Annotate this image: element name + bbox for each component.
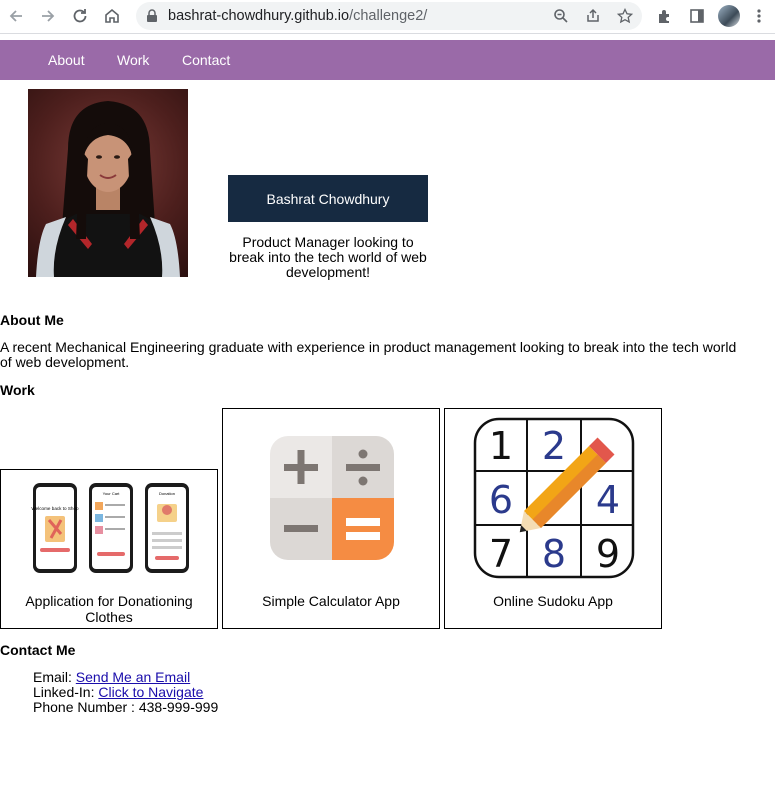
contact-email-line: Email: Send Me an Email [33, 670, 190, 685]
back-icon[interactable] [5, 5, 27, 27]
phone-screen-text-3: Donation [159, 491, 175, 496]
profile-avatar[interactable] [718, 5, 740, 27]
zoom-icon[interactable] [551, 6, 571, 26]
sudoku-digit: 7 [489, 532, 513, 576]
side-panel-icon[interactable] [686, 5, 708, 27]
site-nav-bar: About Work Contact [0, 40, 775, 80]
email-label: Email: [33, 669, 72, 685]
phone-screen-text-2: Your Cart [103, 491, 121, 496]
nav-link-about[interactable]: About [48, 52, 85, 68]
nav-link-work[interactable]: Work [117, 52, 149, 68]
menu-icon[interactable] [748, 5, 770, 27]
sudoku-digit: 8 [542, 532, 566, 576]
sudoku-digit: 9 [596, 532, 620, 576]
sudoku-digit: 1 [489, 424, 513, 468]
project-card-calculator[interactable]: Simple Calculator App [222, 408, 440, 629]
about-heading: About Me [0, 312, 64, 328]
address-bar[interactable]: bashrat-chowdhury.github.io/challenge2/ [136, 2, 642, 30]
email-link[interactable]: Send Me an Email [76, 669, 190, 685]
lock-icon[interactable] [142, 6, 162, 26]
project-card-donation[interactable]: Welcome back to Shop Your Cart Donation [0, 469, 218, 629]
profile-photo [28, 89, 188, 277]
url-text: bashrat-chowdhury.github.io/challenge2/ [168, 8, 428, 24]
project-title: Application for Donationing Clothes [25, 593, 193, 625]
work-heading: Work [0, 382, 35, 398]
sudoku-digit: 6 [489, 478, 513, 522]
sudoku-icon: 1 2 6 4 7 8 9 [473, 417, 635, 579]
name-banner: Bashrat Chowdhury [228, 175, 428, 222]
sudoku-digit: 4 [596, 478, 620, 522]
project-title: Online Sudoku App [493, 593, 613, 609]
home-icon[interactable] [101, 5, 123, 27]
linkedin-link[interactable]: Click to Navigate [98, 684, 203, 700]
browser-toolbar: bashrat-chowdhury.github.io/challenge2/ [0, 0, 775, 34]
contact-heading: Contact Me [0, 642, 76, 658]
project-title: Simple Calculator App [262, 593, 400, 609]
contact-phone-line: Phone Number : 438-999-999 [33, 699, 219, 715]
extensions-icon[interactable] [654, 5, 676, 27]
sudoku-digit: 2 [542, 424, 566, 468]
hero-tagline: Product Manager looking to break into th… [229, 234, 427, 280]
bookmark-star-icon[interactable] [615, 6, 635, 26]
about-text: A recent Mechanical Engineering graduate… [0, 339, 737, 370]
donation-app-image: Welcome back to Shop Your Cart Donation [31, 482, 191, 574]
share-icon[interactable] [583, 6, 603, 26]
calculator-icon [270, 436, 394, 560]
forward-icon[interactable] [37, 5, 59, 27]
phone-screen-text-1: Welcome back to Shop [31, 506, 79, 511]
nav-link-contact[interactable]: Contact [182, 52, 230, 68]
reload-icon[interactable] [69, 5, 91, 27]
contact-linkedin-line: Linked-In: Click to Navigate [33, 685, 203, 700]
project-card-sudoku[interactable]: 1 2 6 4 7 8 9 Online Sudoku App [444, 408, 662, 629]
linkedin-label: Linked-In: [33, 684, 95, 700]
